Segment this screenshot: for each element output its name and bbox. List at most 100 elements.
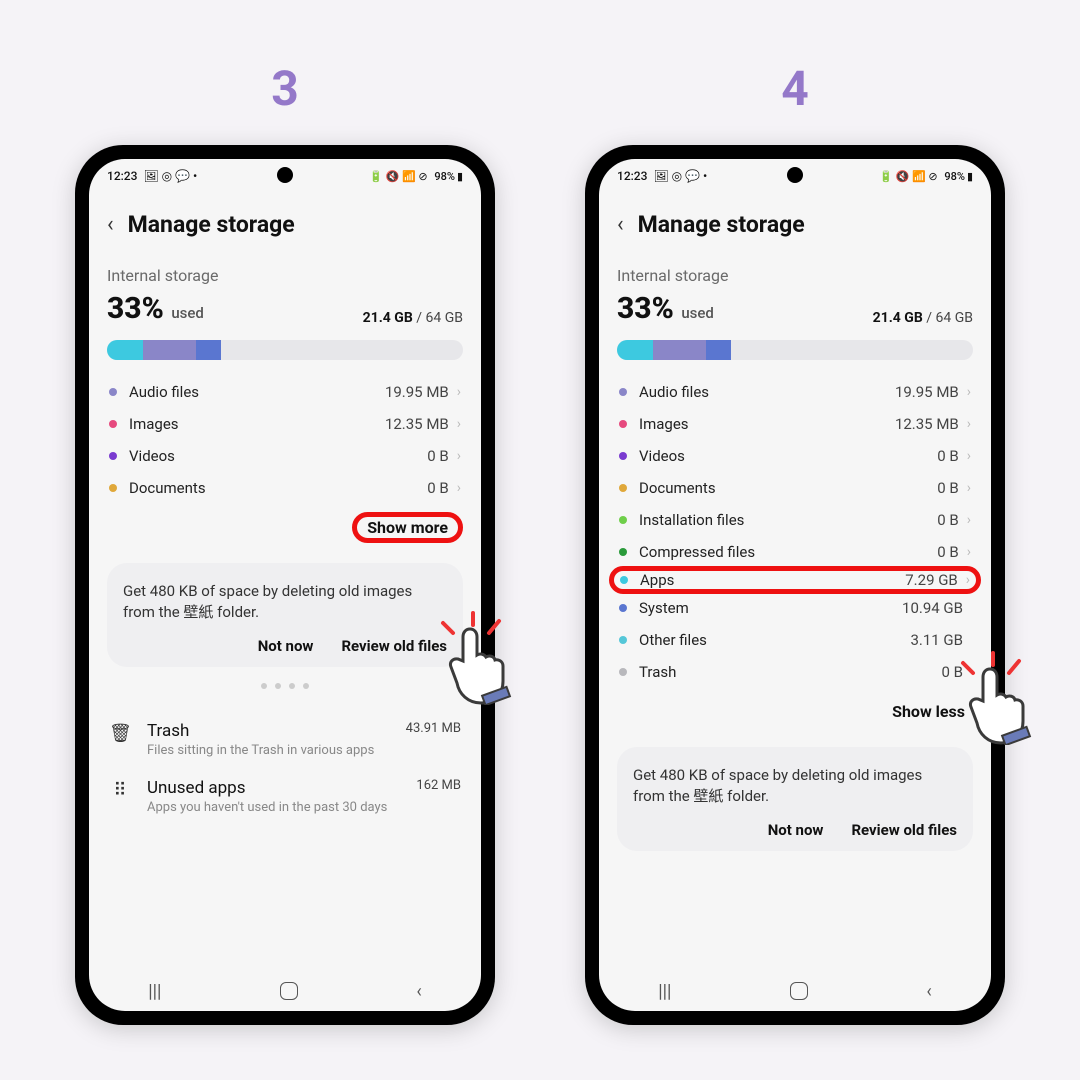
category-row-documents[interactable]: Documents0 B› [617, 472, 973, 504]
category-row-images[interactable]: Images12.35 MB› [617, 408, 973, 440]
storage-section-label: Internal storage [107, 266, 463, 285]
android-navbar: ||| ‹ [599, 971, 991, 1011]
suggestion-card: Get 480 KB of space by deleting old imag… [107, 563, 463, 667]
category-size: 7.29 GB [905, 571, 958, 589]
category-size: 0 B [937, 447, 959, 465]
chevron-right-icon: › [966, 572, 970, 588]
phone-screen: 12:23🖼 ◎ 💬 • 🔋 🔇 📶 ⊘ 98%▮ ‹ Manage stora… [599, 159, 991, 1011]
capacity-text: 21.4 GB / 64 GB [363, 310, 463, 326]
home-icon[interactable] [790, 982, 808, 1000]
back-icon[interactable]: ‹ [107, 212, 114, 237]
capacity-text: 21.4 GB / 64 GB [873, 310, 973, 326]
suggestion-text: Get 480 KB of space by deleting old imag… [123, 581, 447, 623]
chevron-right-icon: › [457, 416, 461, 432]
category-label: Other files [639, 631, 910, 649]
color-dot [109, 420, 117, 428]
category-size: 12.35 MB [895, 415, 959, 433]
step-number: 3 [271, 60, 299, 117]
extra-subtitle: Files sitting in the Trash in various ap… [147, 743, 390, 758]
chevron-right-icon: › [967, 448, 971, 464]
extra-subtitle: Apps you haven't used in the past 30 day… [147, 800, 400, 815]
home-icon[interactable] [280, 982, 298, 1000]
category-size: 0 B [937, 543, 959, 561]
category-row-videos[interactable]: Videos0 B › [617, 440, 973, 472]
category-label: Images [129, 415, 385, 433]
extra-icon: ⠿ [109, 780, 131, 801]
color-dot [619, 516, 627, 524]
chevron-right-icon: › [967, 480, 971, 496]
color-dot [619, 452, 627, 460]
category-row-audio-files[interactable]: Audio files19.95 MB › [617, 376, 973, 408]
category-label: Documents [129, 479, 427, 497]
category-label: Images [639, 415, 895, 433]
category-row-installation-files[interactable]: Installation files0 B › [617, 504, 973, 536]
step-3: 3 12:23🖼 ◎ 💬 • 🔋 🔇 📶 ⊘ 98%▮ ‹ Manage sto… [75, 60, 495, 1025]
category-row-trash: Trash0 B [617, 656, 973, 688]
page-header: ‹ Manage storage [599, 191, 991, 254]
recents-icon[interactable]: ||| [148, 981, 161, 1002]
category-row-other-files: Other files3.11 GB [617, 624, 973, 656]
category-label: Apps [640, 571, 905, 589]
category-size: 0 B [937, 511, 959, 529]
category-row-audio-files[interactable]: Audio files19.95 MB› [107, 376, 463, 408]
percent-used: 33% used [617, 291, 714, 326]
category-label: System [639, 599, 902, 617]
color-dot [619, 484, 627, 492]
category-size: 0 B [427, 479, 449, 497]
category-list: Audio files19.95 MB›Images12.35 MB›Video… [617, 376, 973, 688]
phone-screen: 12:23🖼 ◎ 💬 • 🔋 🔇 📶 ⊘ 98%▮ ‹ Manage stora… [89, 159, 481, 1011]
color-dot [109, 484, 117, 492]
category-row-videos[interactable]: Videos0 B› [107, 440, 463, 472]
category-row-images[interactable]: Images12.35 MB › [107, 408, 463, 440]
color-dot [619, 636, 627, 644]
extra-title: Trash [147, 721, 390, 741]
camera-cutout [787, 167, 803, 183]
page-title: Manage storage [128, 211, 295, 238]
storage-bar [107, 340, 463, 360]
chevron-right-icon: › [457, 480, 461, 496]
review-files-button[interactable]: Review old files [851, 821, 957, 839]
extra-size: 43.91 MB [406, 721, 461, 736]
color-dot [619, 420, 627, 428]
chevron-right-icon: › [967, 512, 971, 528]
recents-icon[interactable]: ||| [658, 981, 671, 1002]
not-now-button[interactable]: Not now [768, 821, 824, 839]
color-dot [619, 604, 627, 612]
storage-section-label: Internal storage [617, 266, 973, 285]
extra-icon: 🗑 [109, 723, 131, 744]
tap-pointer-icon [425, 605, 525, 705]
category-row-compressed-files[interactable]: Compressed files0 B› [617, 536, 973, 568]
page-header: ‹ Manage storage [89, 191, 481, 254]
extra-row-unused-apps[interactable]: ⠿ Unused apps Apps you haven't used in the… [107, 768, 463, 825]
category-size: 19.95 MB [895, 383, 959, 401]
category-row-documents[interactable]: Documents0 B › [107, 472, 463, 504]
page-title: Manage storage [638, 211, 805, 238]
storage-bar [617, 340, 973, 360]
category-label: Documents [639, 479, 937, 497]
category-row-apps[interactable]: Apps7.29 GB › [609, 566, 981, 594]
category-size: 19.95 MB [385, 383, 449, 401]
back-icon[interactable]: ‹ [617, 212, 624, 237]
chevron-right-icon: › [967, 384, 971, 400]
category-size: 0 B [427, 447, 449, 465]
category-size: 12.35 MB [385, 415, 449, 433]
category-label: Videos [639, 447, 937, 465]
category-row-system: System10.94 GB [617, 592, 973, 624]
category-list: Audio files19.95 MB› Images12.35 MB › Video… [107, 376, 463, 504]
back-nav-icon[interactable]: ‹ [416, 981, 421, 1002]
category-label: Audio files [639, 383, 895, 401]
color-dot [619, 388, 627, 396]
back-nav-icon[interactable]: ‹ [926, 981, 931, 1002]
not-now-button[interactable]: Not now [258, 637, 314, 655]
category-label: Installation files [639, 511, 937, 529]
suggestion-card: Get 480 KB of space by deleting old imag… [617, 747, 973, 851]
camera-cutout [277, 167, 293, 183]
step-number: 4 [781, 60, 809, 117]
category-label: Videos [129, 447, 427, 465]
tap-pointer-icon [945, 645, 1045, 745]
extra-title: Unused apps [147, 778, 400, 798]
extra-row-trash[interactable]: 🗑 Trash Files sitting in the Trash in vari… [107, 711, 463, 768]
suggestion-text: Get 480 KB of space by deleting old imag… [633, 765, 957, 807]
chevron-right-icon: › [967, 544, 971, 560]
show-more-button[interactable]: Show more [352, 512, 463, 543]
